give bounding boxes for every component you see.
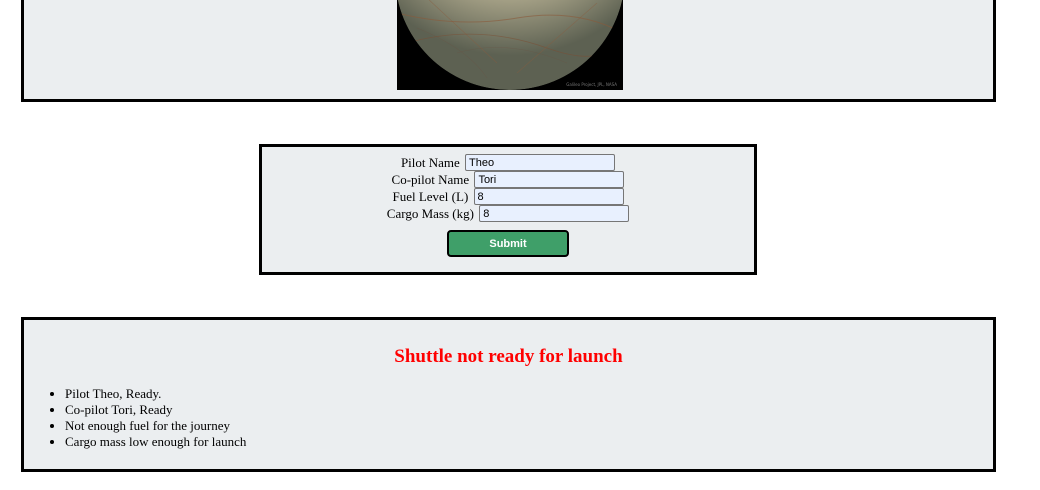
submit-button[interactable]: Submit (447, 230, 569, 257)
pilot-status-item: Pilot Theo, Ready. (65, 386, 246, 402)
planet-illustration (397, 0, 623, 90)
pilot-name-label: Pilot Name (400, 155, 460, 170)
cargo-mass-label: Cargo Mass (kg) (386, 206, 474, 221)
fuel-status-item: Not enough fuel for the journey (65, 418, 246, 434)
launch-checklist-form: Pilot Name Co-pilot Name Fuel Level (L) … (259, 144, 757, 275)
faulty-items-list: Pilot Theo, Ready. Co-pilot Tori, Ready … (24, 386, 246, 450)
fuel-level-input[interactable] (473, 188, 624, 205)
fuel-level-label: Fuel Level (L) (392, 189, 469, 204)
copilot-name-row: Co-pilot Name (262, 171, 754, 188)
cargo-mass-input[interactable] (479, 205, 630, 222)
planet-image: Galileo Project, JPL, NASA (397, 0, 623, 90)
launch-status-panel: Shuttle not ready for launch Pilot Theo,… (21, 317, 996, 472)
shuttle-image-panel: Galileo Project, JPL, NASA (21, 0, 996, 102)
pilot-name-input[interactable] (465, 154, 616, 171)
image-credit: Galileo Project, JPL, NASA (566, 82, 617, 87)
copilot-name-input[interactable] (474, 171, 625, 188)
cargo-mass-row: Cargo Mass (kg) (262, 205, 754, 222)
fuel-level-row: Fuel Level (L) (262, 188, 754, 205)
cargo-status-item: Cargo mass low enough for launch (65, 434, 246, 450)
launch-status-heading: Shuttle not ready for launch (394, 346, 623, 367)
copilot-name-label: Co-pilot Name (391, 172, 470, 187)
copilot-status-item: Co-pilot Tori, Ready (65, 402, 246, 418)
pilot-name-row: Pilot Name (262, 154, 754, 171)
